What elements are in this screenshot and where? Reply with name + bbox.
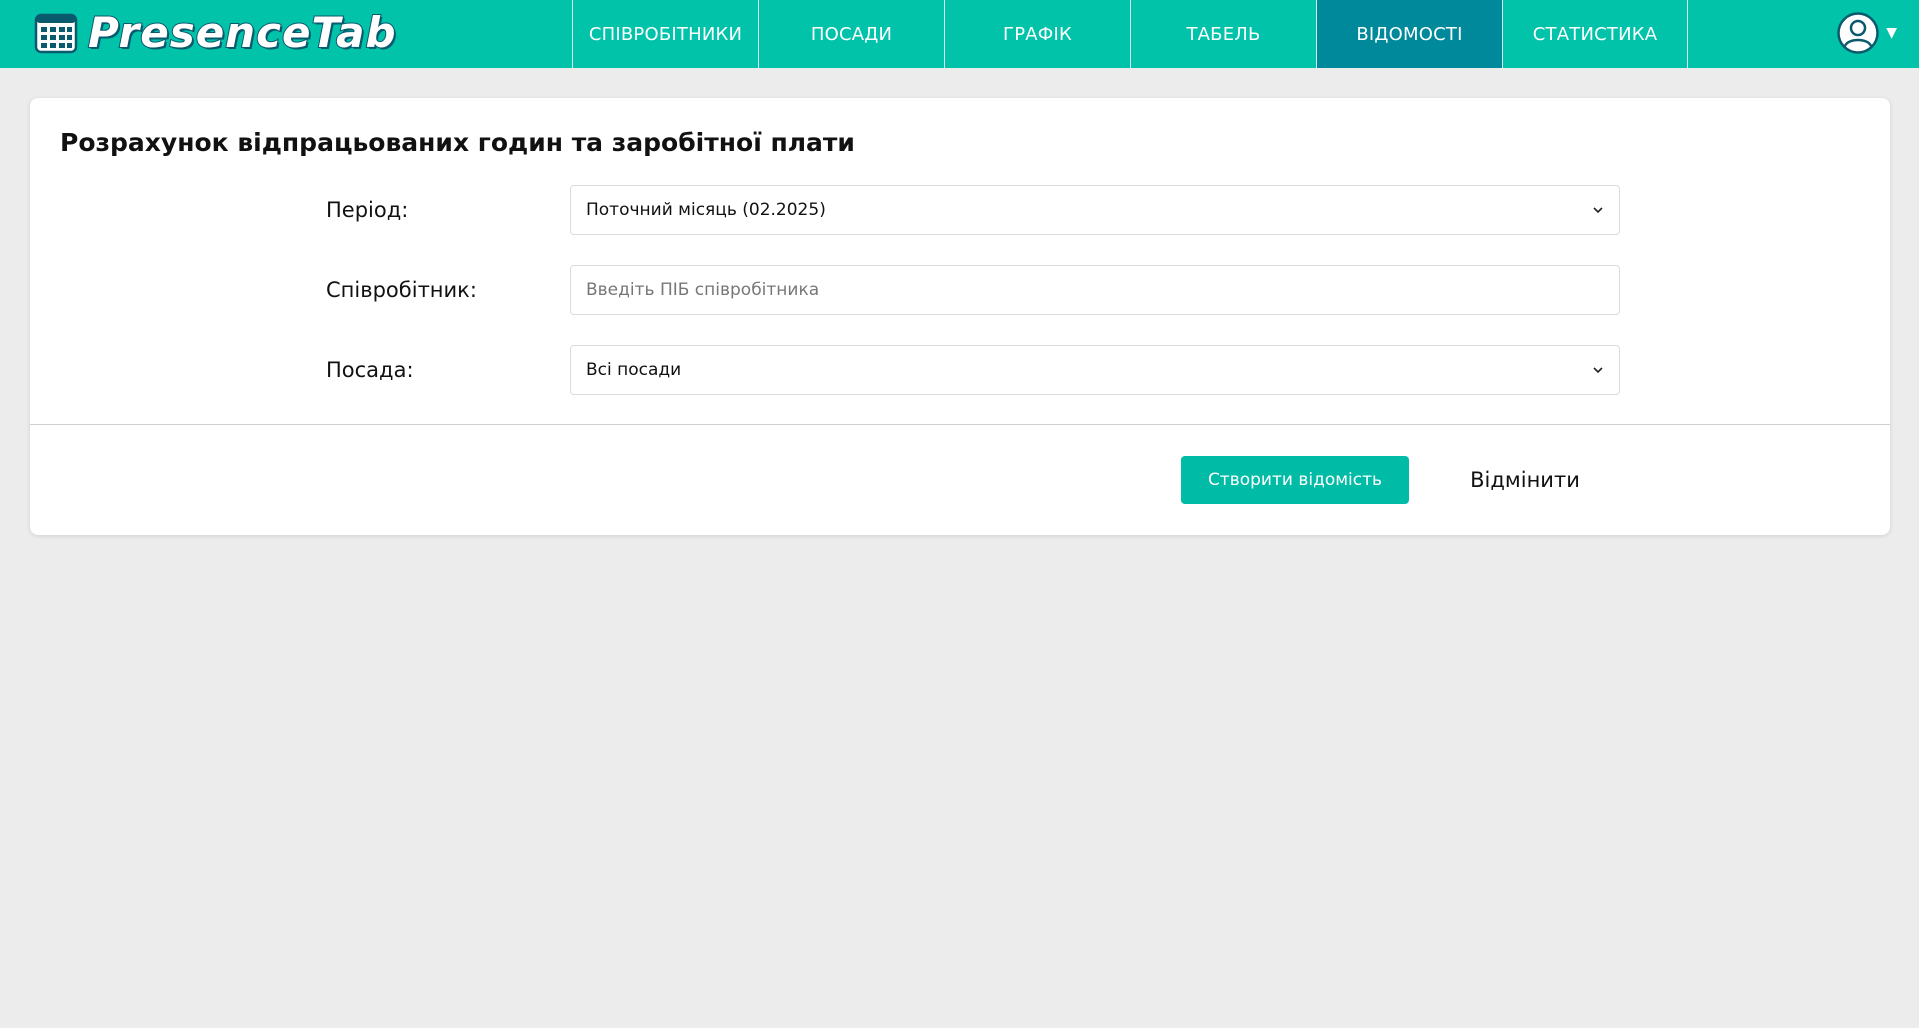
period-select-value: Поточний місяць (02.2025) <box>586 200 826 220</box>
calendar-grid-icon <box>34 13 78 54</box>
position-select[interactable]: Всі посади <box>570 345 1620 395</box>
position-label: Посада: <box>326 358 414 382</box>
nav-item-schedule[interactable]: ГРАФІК <box>944 0 1130 68</box>
nav-item-statements[interactable]: ВІДОМОСТІ <box>1316 0 1502 68</box>
cancel-button[interactable]: Відмінити <box>1450 456 1600 504</box>
period-label: Період: <box>326 198 409 222</box>
main-nav: СПІВРОБІТНИКИ ПОСАДИ ГРАФІК ТАБЕЛЬ ВІДОМ… <box>572 0 1688 68</box>
employee-label: Співробітник: <box>326 278 477 302</box>
period-select[interactable]: Поточний місяць (02.2025) <box>570 185 1620 235</box>
chevron-down-icon: ▼ <box>1886 25 1897 41</box>
nav-item-label: СПІВРОБІТНИКИ <box>588 23 743 45</box>
nav-item-label: ВІДОМОСТІ <box>1356 23 1463 45</box>
period-row: Період: Поточний місяць (02.2025) <box>326 185 1650 235</box>
app-logo[interactable]: PresenceTab <box>34 8 397 57</box>
employee-search-input[interactable] <box>570 265 1620 315</box>
nav-item-positions[interactable]: ПОСАДИ <box>758 0 944 68</box>
top-navigation-bar: PresenceTab СПІВРОБІТНИКИ ПОСАДИ ГРАФІК … <box>0 0 1919 68</box>
chevron-down-icon <box>1593 207 1603 214</box>
position-select-value: Всі посади <box>586 360 682 380</box>
employee-row: Співробітник: <box>326 265 1650 315</box>
nav-item-label: ТАБЕЛЬ <box>1186 23 1261 45</box>
user-avatar-icon <box>1837 12 1879 54</box>
chevron-down-icon <box>1593 367 1603 374</box>
statement-form-card: Розрахунок відпрацьованих годин та зароб… <box>30 98 1890 535</box>
nav-item-timesheet[interactable]: ТАБЕЛЬ <box>1130 0 1316 68</box>
nav-item-label: ПОСАДИ <box>810 23 893 45</box>
nav-item-statistics[interactable]: СТАТИСТИКА <box>1502 0 1688 68</box>
nav-item-label: ГРАФІК <box>1003 23 1072 45</box>
nav-item-employees[interactable]: СПІВРОБІТНИКИ <box>572 0 758 68</box>
form-divider <box>30 424 1890 425</box>
nav-item-label: СТАТИСТИКА <box>1532 23 1658 45</box>
position-row: Посада: Всі посади <box>326 345 1650 395</box>
page-title: Розрахунок відпрацьованих годин та зароб… <box>60 128 855 157</box>
user-menu-button[interactable]: ▼ <box>1836 10 1897 56</box>
create-statement-button[interactable]: Створити відомість <box>1181 456 1409 504</box>
app-name: PresenceTab <box>87 8 397 57</box>
